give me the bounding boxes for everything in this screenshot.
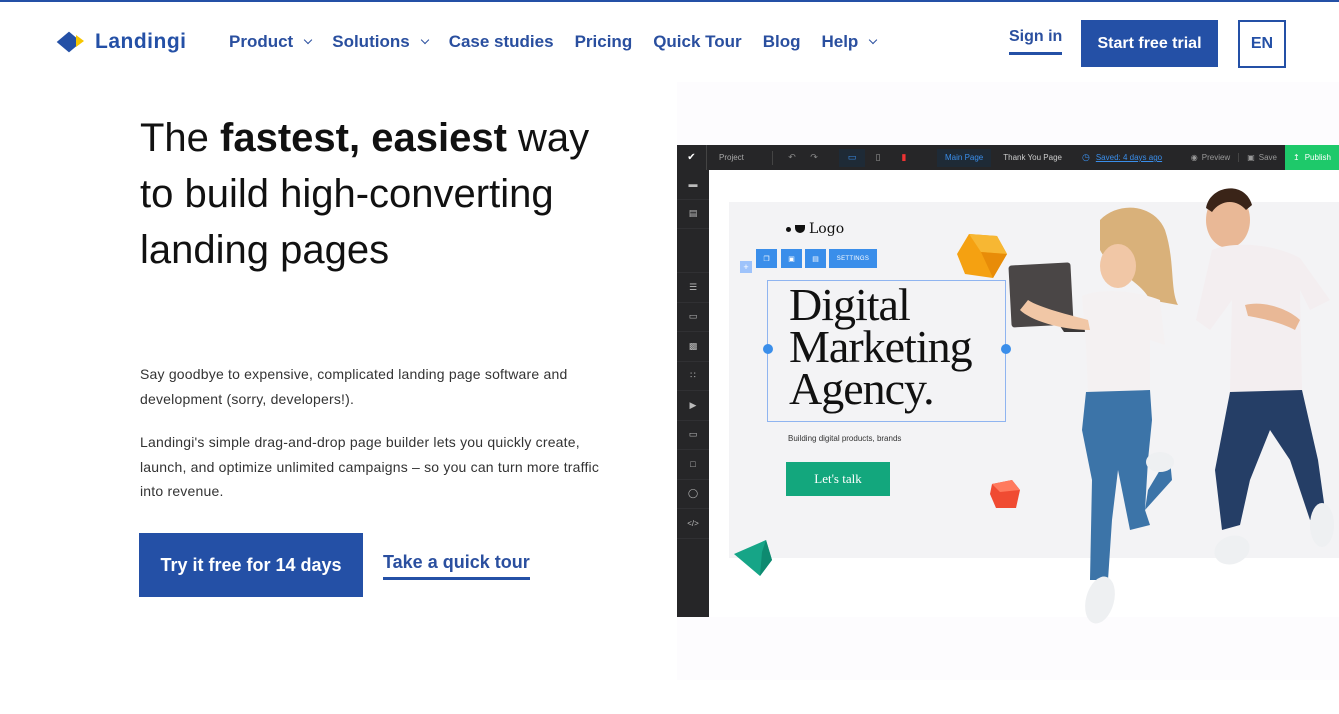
publish-label: Publish [1304, 153, 1331, 162]
nav-item-case-studies[interactable]: Case studies [449, 32, 554, 52]
green-pyramid-shape [734, 540, 772, 576]
mock-headline: Digital Marketing Agency. [789, 279, 973, 414]
image-icon: ▩ [677, 332, 709, 362]
publish-action: ↥ Publish [1285, 145, 1339, 170]
duplicate-icon: ❐ [756, 249, 777, 268]
brand-name: Landingi [95, 30, 187, 53]
nav-item-quick-tour[interactable]: Quick Tour [653, 32, 741, 52]
settings-chip: SETTINGS [829, 249, 877, 268]
preview-action: ◉ Preview [1183, 153, 1238, 162]
main-nav: Product Solutions Case studies Pricing Q… [229, 32, 897, 52]
section-icon: ▬ [677, 170, 709, 200]
row-icon: ▤ [677, 200, 709, 229]
mock-subtext: Building digital products, brands [788, 434, 902, 443]
video-icon: ▶ [677, 391, 709, 421]
nav-label: Solutions [332, 32, 410, 51]
hero-title: The fastest, easiest way to build high-c… [140, 110, 610, 278]
button-icon: ▭ [677, 303, 709, 332]
trash-icon: ▤ [805, 249, 826, 268]
undo-icon: ↶ [788, 152, 796, 162]
floppy-icon: ▣ [1247, 153, 1255, 162]
preview-label: Preview [1201, 153, 1231, 162]
brand-logo[interactable]: Landingi [56, 30, 187, 54]
try-free-button[interactable]: Try it free for 14 days [139, 533, 363, 597]
text-icon: ☰ [677, 273, 709, 303]
redo-icon: ↷ [810, 152, 818, 162]
site-header: Landingi Product Solutions Case studies … [0, 2, 1339, 80]
tab-thank-you-page: Thank You Page [1003, 153, 1062, 162]
nav-label: Pricing [574, 32, 633, 51]
logo-dot-icon [786, 226, 791, 232]
tab-main-page: Main Page [937, 148, 992, 167]
code-icon: </> [677, 509, 709, 539]
tablet-view-icon: ▯ [875, 152, 881, 162]
landingi-logo-icon [56, 31, 87, 53]
chevron-down-icon [869, 35, 878, 45]
toolbar-actions: ◉ Preview ▣ Save ↥ Publish [1183, 145, 1339, 170]
comment-icon: ▣ [781, 249, 802, 268]
project-menu: Project [707, 150, 773, 165]
man-figure [1196, 188, 1334, 565]
editor-logo-icon: ✔ [677, 145, 707, 170]
nav-item-blog[interactable]: Blog [763, 32, 801, 52]
nav-label: Help [821, 32, 859, 51]
desktop-view-icon: ▭ [839, 148, 865, 167]
upload-icon: ↥ [1293, 153, 1300, 162]
language-selector[interactable]: EN [1238, 20, 1286, 68]
nav-label: Quick Tour [653, 32, 742, 51]
nav-item-solutions[interactable]: Solutions [332, 32, 429, 52]
add-element-icon: + [740, 261, 752, 273]
box-icon: □ [677, 450, 709, 480]
resize-handle-left [763, 344, 773, 354]
save-action: ▣ Save [1238, 153, 1285, 162]
nav-label: Product [229, 32, 294, 51]
hero-paragraph-2: Landingi's simple drag-and-drop page bui… [140, 434, 600, 499]
quick-tour-link[interactable]: Take a quick tour [383, 552, 530, 580]
woman-figure [1008, 207, 1178, 624]
nav-item-product[interactable]: Product [229, 32, 313, 52]
shapes-icon: ∷ [677, 362, 709, 391]
mock-logo: Logo [786, 221, 844, 237]
nav-item-pricing[interactable]: Pricing [575, 32, 633, 52]
timer-icon: ◯ [677, 480, 709, 509]
title-prefix: The [140, 116, 221, 160]
mock-logo-text: Logo [809, 221, 845, 237]
spacer [677, 229, 709, 273]
form-icon: ▭ [677, 421, 709, 450]
nav-item-help[interactable]: Help [821, 32, 878, 52]
start-free-trial-button[interactable]: Start free trial [1081, 20, 1218, 67]
people-jumping-illustration [1008, 188, 1334, 624]
headline-line: Agency. [789, 363, 935, 414]
hero-paragraph-1: Say goodbye to expensive, complicated la… [140, 366, 568, 407]
saved-status: Saved: 4 days ago [1095, 153, 1163, 162]
editor-toolbar: ✔ Project ↶ ↷ ▭ ▯ ▮ Main Page Thank You … [677, 145, 1339, 170]
chevron-down-icon [420, 35, 429, 45]
mock-cta-button: Let's talk [786, 462, 890, 496]
nav-label: Case studies [448, 32, 554, 51]
mobile-view-icon: ▮ [901, 152, 907, 162]
clock-icon: ◷ [1081, 152, 1090, 162]
chevron-down-icon [303, 35, 313, 45]
editor-sidebar: ▬ ▤ ☰ ▭ ▩ ∷ ▶ ▭ □ ◯ </> [677, 170, 709, 617]
logo-cup-icon [795, 225, 805, 233]
save-label: Save [1258, 153, 1277, 162]
eye-icon: ◉ [1190, 153, 1198, 162]
headline-line: Marketing [789, 321, 973, 372]
sign-in-link[interactable]: Sign in [1009, 28, 1063, 55]
title-emphasis: fastest, easiest [220, 116, 507, 160]
nav-label: Blog [762, 32, 801, 51]
headline-line: Digital [789, 279, 911, 330]
